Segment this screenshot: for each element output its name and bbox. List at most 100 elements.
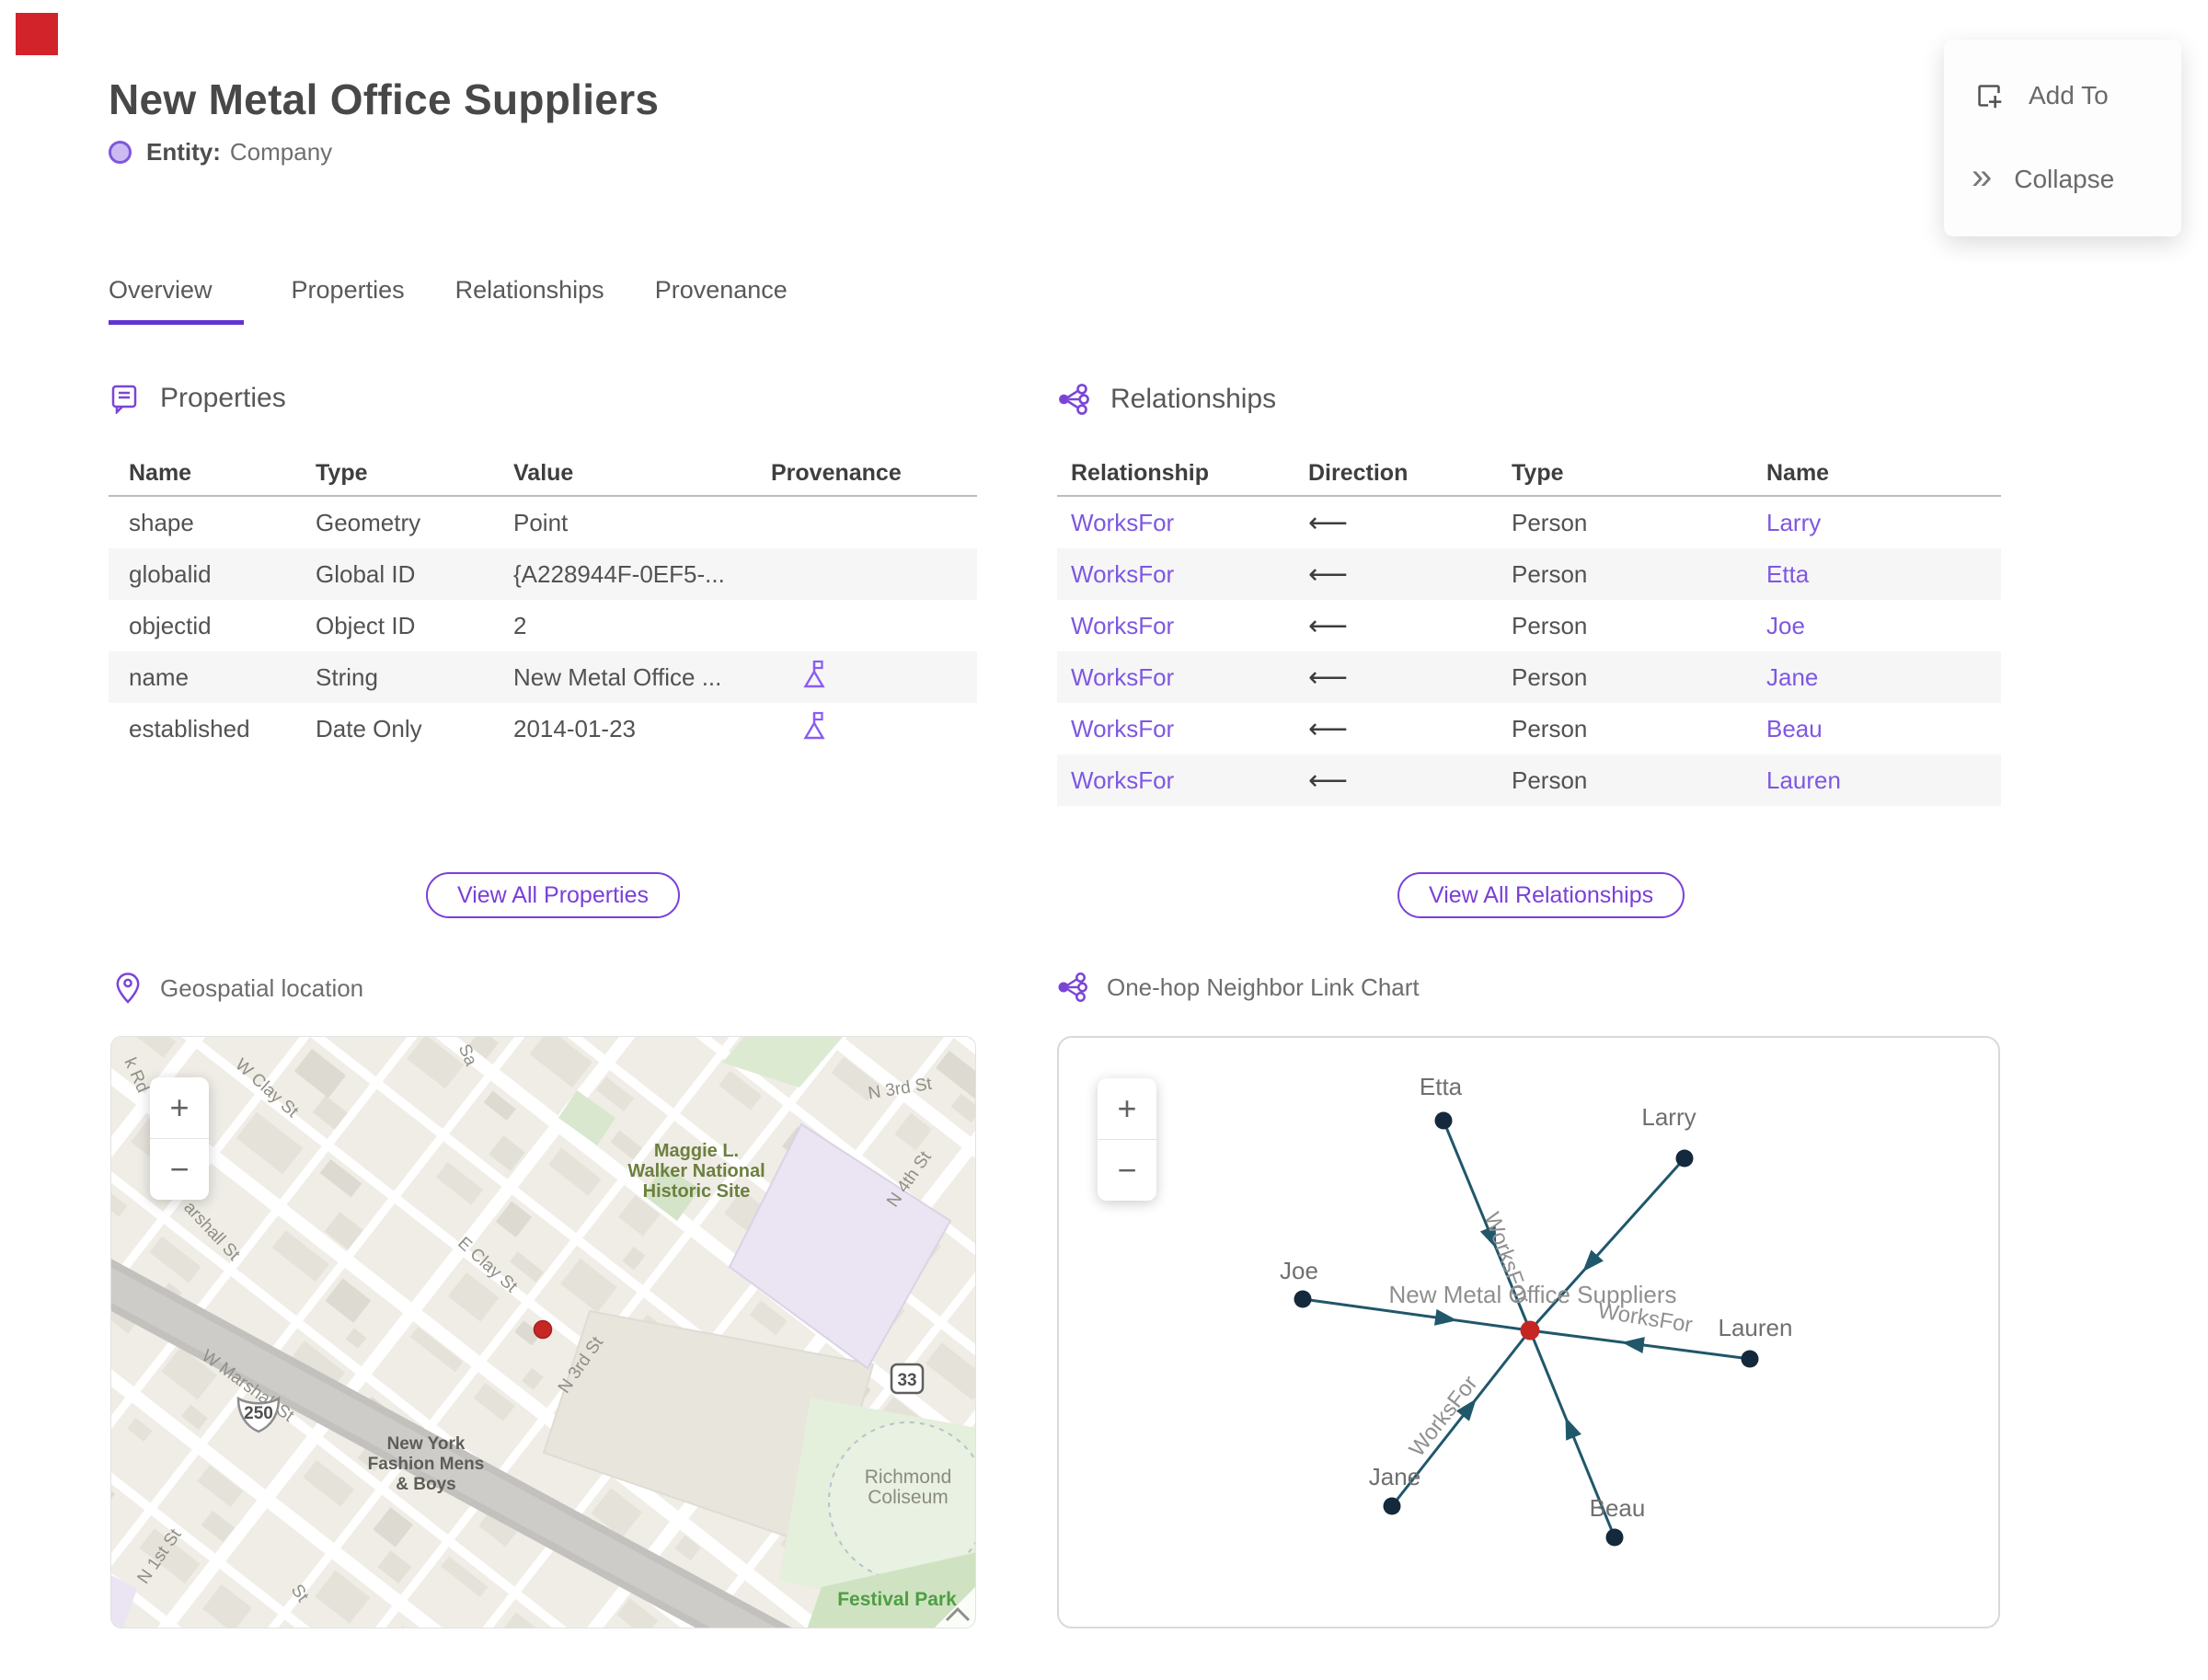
property-row: name String New Metal Office ...: [109, 651, 977, 703]
entity-link[interactable]: Jane: [1766, 663, 2001, 692]
add-to-label: Add To: [2029, 80, 2109, 109]
properties-section-header: Properties: [109, 383, 286, 414]
map-zoom-in-button[interactable]: +: [150, 1077, 209, 1138]
properties-icon: [111, 385, 137, 414]
graph-node[interactable]: [1605, 1528, 1624, 1547]
graph-node[interactable]: [1383, 1497, 1401, 1515]
geospatial-section-header: Geospatial location: [114, 972, 363, 1005]
graph-node[interactable]: [1294, 1290, 1312, 1308]
view-all-properties-button[interactable]: View All Properties: [426, 872, 680, 918]
add-to-button[interactable]: Add To: [1972, 78, 2181, 113]
chart-zoom-in-button[interactable]: +: [1098, 1078, 1156, 1139]
entity-link[interactable]: Lauren: [1766, 766, 2001, 795]
actions-panel: Add To » Collapse: [1944, 40, 2181, 236]
view-all-relationships-button[interactable]: View All Relationships: [1397, 872, 1685, 918]
provenance-flag-icon[interactable]: [800, 658, 828, 691]
entity-type-value: Company: [229, 138, 333, 166]
col-name: Name: [129, 459, 192, 486]
relationships-table-header: Relationship Direction Type Name: [1057, 451, 2001, 497]
property-row: shape Geometry Point: [129, 508, 569, 536]
col-direction: Direction: [1308, 459, 1409, 486]
entity-details-page: New Metal Office Suppliers Entity: Compa…: [0, 0, 2208, 1680]
properties-table-header: Name Type Value Provenance: [109, 451, 977, 497]
relationship-row: WorksFor ⟵ Person Joe: [1057, 600, 2001, 651]
entity-link[interactable]: Joe: [1766, 612, 2001, 640]
svg-text:33: 33: [897, 1371, 916, 1390]
relationships-section-title: Relationships: [1110, 384, 1277, 414]
entity-subtitle: Entity: Company: [109, 138, 332, 167]
chart-zoom-control: + −: [1098, 1078, 1156, 1201]
col-type: Type: [316, 459, 368, 486]
col-type: Type: [1512, 459, 1564, 486]
relationship-link[interactable]: WorksFor: [1057, 509, 1308, 537]
graph-node-label: Joe: [1280, 1257, 1318, 1284]
entity-link[interactable]: Beau: [1766, 715, 2001, 743]
entity-type-icon: [109, 141, 132, 164]
link-chart-icon: [1058, 972, 1087, 1002]
geospatial-section-title: Geospatial location: [160, 973, 364, 1002]
chart-zoom-out-button[interactable]: −: [1098, 1139, 1156, 1201]
map-zoom-out-button[interactable]: −: [150, 1138, 209, 1200]
tab-overview[interactable]: Overview: [109, 276, 244, 325]
properties-section-title: Properties: [160, 383, 286, 413]
entity-link[interactable]: Etta: [1766, 560, 2001, 589]
direction-arrow: ⟵: [1308, 506, 1349, 539]
linkchart-section-title: One-hop Neighbor Link Chart: [1107, 972, 1420, 1001]
relationships-table: Relationship Direction Type Name WorksFo…: [1057, 451, 2001, 806]
page-title: New Metal Office Suppliers: [109, 75, 660, 123]
entity-label: Entity:: [146, 138, 221, 166]
relationship-link[interactable]: WorksFor: [1057, 663, 1308, 692]
direction-arrow: ⟵: [1308, 712, 1349, 745]
map-pin-icon: [116, 972, 140, 1004]
relationship-link[interactable]: WorksFor: [1057, 715, 1308, 743]
map-panel[interactable]: k Rd W Clay St Sa N 3rd St N 4th St Maggie L.…: [110, 1036, 976, 1628]
tab-relationships[interactable]: Relationships: [455, 276, 607, 325]
tab-provenance[interactable]: Provenance: [655, 276, 790, 325]
graph-node[interactable]: [1675, 1149, 1694, 1168]
graph-center-node[interactable]: [1520, 1320, 1540, 1341]
col-provenance: Provenance: [771, 459, 902, 486]
graph-node[interactable]: [1741, 1350, 1759, 1368]
relationship-link[interactable]: WorksFor: [1057, 560, 1308, 589]
graph-edge-label: WorksFor: [1405, 1371, 1483, 1461]
tab-bar: Overview Properties Relationships Proven…: [109, 276, 790, 325]
provenance-flag-icon[interactable]: [800, 709, 828, 742]
map-building: [972, 1625, 975, 1628]
red-marker: [16, 13, 58, 55]
relationship-row: WorksFor ⟵ Person Etta: [1057, 548, 2001, 600]
collapse-icon: »: [1972, 155, 1993, 197]
relationship-row: WorksFor ⟵ Person Jane: [1057, 651, 2001, 703]
graph-edge-arrow: [1565, 1417, 1581, 1441]
col-value: Value: [513, 459, 574, 486]
tab-properties[interactable]: Properties: [292, 276, 408, 325]
relationship-link[interactable]: WorksFor: [1057, 612, 1308, 640]
graph-node[interactable]: [1434, 1111, 1453, 1130]
direction-arrow: ⟵: [1308, 558, 1349, 591]
add-to-icon: [1978, 84, 2002, 108]
relationship-row: WorksFor ⟵ Person Lauren: [1057, 754, 2001, 806]
graph-node-label: Larry: [1641, 1103, 1696, 1131]
map-label: Festival Park: [837, 1589, 957, 1610]
link-chart-canvas: EttaLarryJoeLaurenJaneBeauWorksForWorksF…: [1280, 1073, 1793, 1547]
col-relationship: Relationship: [1071, 459, 1210, 486]
map-zoom-control: + −: [150, 1077, 209, 1200]
graph-node-label: Jane: [1369, 1463, 1420, 1490]
map-canvas: k Rd W Clay StSaN 3rd StN 4th StMaggie L.…: [111, 1037, 975, 1628]
entity-link[interactable]: Larry: [1766, 509, 2001, 537]
direction-arrow: ⟵: [1308, 764, 1349, 797]
collapse-button[interactable]: » Collapse: [1972, 158, 2181, 195]
relationship-link[interactable]: WorksFor: [1057, 766, 1308, 795]
relationship-row: WorksFor ⟵ Person Larry: [1057, 497, 2001, 548]
direction-arrow: ⟵: [1308, 609, 1349, 642]
svg-text:250: 250: [244, 1404, 273, 1423]
relationships-section-header: Relationships: [1057, 383, 1276, 416]
link-chart-panel[interactable]: Etta Larry Joe Lauren Jane Beau WorksFor WorksF…: [1057, 1036, 2000, 1628]
relationship-row: WorksFor ⟵ Person Beau: [1057, 703, 2001, 754]
properties-table: Name Type Value Provenance shape Geometr…: [109, 451, 977, 754]
graph-node-label: Beau: [1590, 1494, 1646, 1522]
linkchart-section-header: One-hop Neighbor Link Chart: [1057, 972, 1420, 1003]
graph-node-label: Lauren: [1719, 1314, 1793, 1341]
graph-edge-arrow: [1434, 1308, 1457, 1326]
relationships-icon: [1059, 384, 1089, 415]
property-row: globalid Global ID {A228944F-0EF5-...: [109, 548, 977, 600]
